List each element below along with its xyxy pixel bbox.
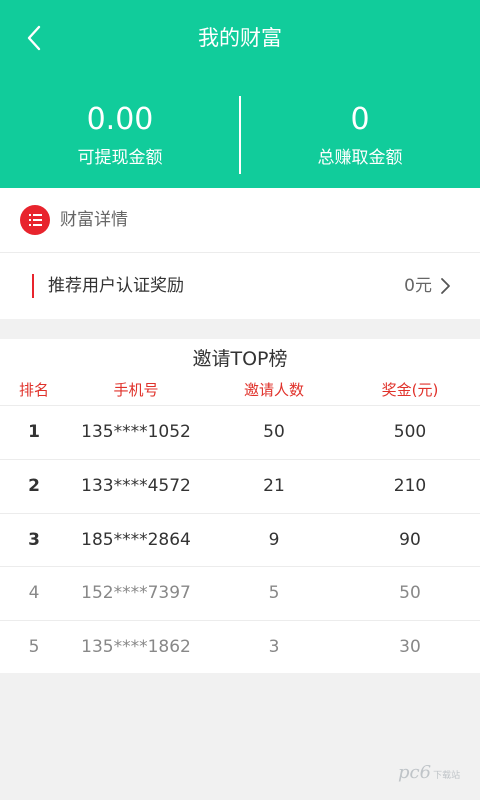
phone-cell: 152****7397: [81, 583, 191, 603]
rank-cell: 1: [28, 422, 40, 442]
rank-cell: 2: [28, 476, 40, 496]
phone-cell: 185****2864: [81, 530, 191, 550]
total-earned-value: 0: [350, 102, 370, 137]
invites-cell: 9: [268, 530, 280, 550]
referral-reward-row[interactable]: 推荐用户认证奖励 0元: [0, 253, 480, 319]
total-earned-stat: 0 总赚取金额: [240, 102, 480, 170]
accent-bar: [32, 274, 34, 298]
table-row: 5 135****1862 3 30: [0, 620, 480, 674]
invites-cell: 5: [268, 583, 280, 603]
invites-cell: 50: [263, 422, 285, 442]
bonus-cell: 500: [393, 422, 427, 442]
header: 我的财富 0.00 可提现金额 0 总赚取金额: [0, 0, 480, 188]
rank-cell: 3: [28, 530, 40, 550]
bonus-cell: 30: [399, 637, 421, 657]
rank-cell: 5: [28, 637, 40, 657]
top-board-title: 邀请TOP榜: [192, 348, 288, 370]
column-header-phone: 手机号: [113, 381, 159, 399]
referral-reward-amount: 0元: [404, 276, 432, 296]
watermark-logo: pc6 下载站: [398, 762, 461, 783]
phone-cell: 135****1862: [81, 637, 191, 657]
withdrawable-stat: 0.00 可提现金额: [0, 102, 240, 170]
bonus-cell: 50: [399, 583, 421, 603]
chevron-right-icon: [441, 278, 450, 294]
invites-cell: 21: [263, 476, 285, 496]
invite-top-board: 邀请TOP榜 排名 手机号 邀请人数 奖金(元) 1 135****1052 5…: [0, 339, 480, 673]
table-row: 3 185****2864 9 90: [0, 513, 480, 567]
column-header-bonus: 奖金(元): [381, 381, 439, 399]
section-title: 财富详情: [60, 210, 128, 230]
phone-cell: 135****1052: [81, 422, 191, 442]
wealth-details-header: 财富详情: [0, 188, 480, 253]
bonus-cell: 210: [393, 476, 427, 496]
table-row: 1 135****1052 50 500: [0, 405, 480, 459]
column-header-invites: 邀请人数: [243, 381, 304, 399]
list-icon: [20, 205, 50, 235]
bonus-cell: 90: [399, 530, 421, 550]
referral-reward-label: 推荐用户认证奖励: [48, 276, 184, 296]
page-title: 我的财富: [198, 26, 282, 50]
phone-cell: 133****4572: [81, 476, 191, 496]
withdrawable-value: 0.00: [86, 102, 154, 137]
table-row: 2 133****4572 21 210: [0, 459, 480, 513]
withdrawable-label: 可提现金额: [77, 148, 163, 168]
table-row: 4 152****7397 5 50: [0, 566, 480, 620]
total-earned-label: 总赚取金额: [317, 148, 403, 168]
rank-cell: 4: [28, 583, 40, 603]
column-header-rank: 排名: [18, 381, 49, 399]
invites-cell: 3: [268, 637, 280, 657]
